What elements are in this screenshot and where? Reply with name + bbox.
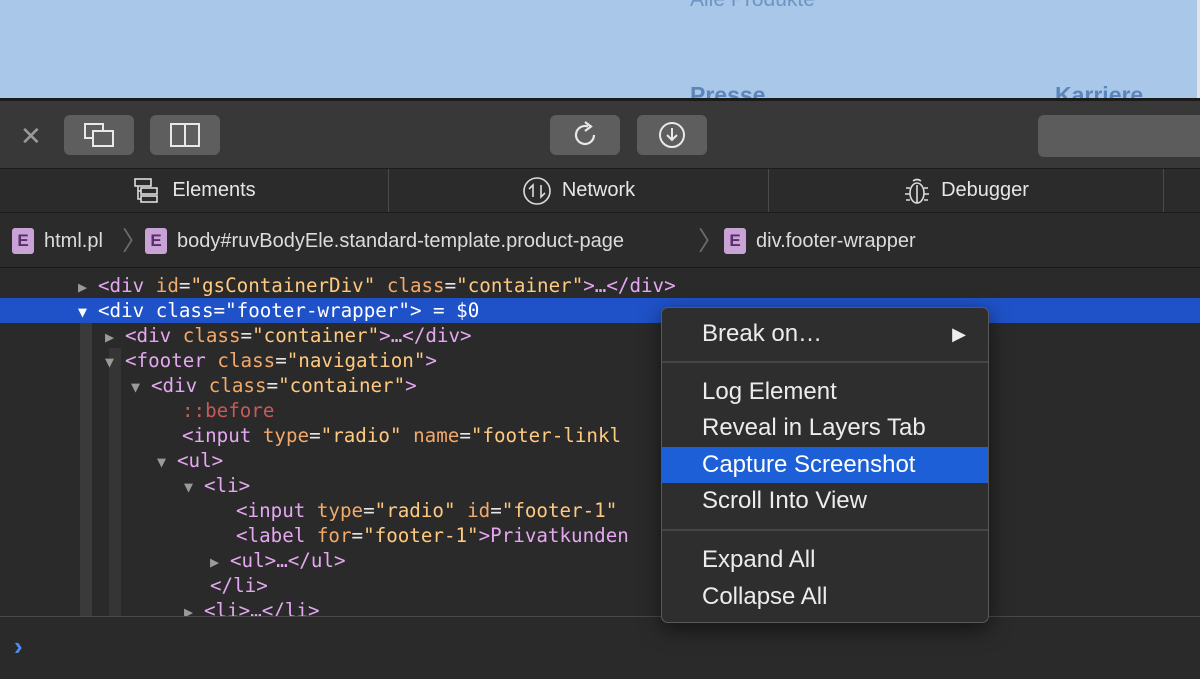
menu-item-label: Log Element	[702, 378, 837, 405]
webpage-link[interactable]: Alle Produkte	[690, 0, 815, 12]
dock-side-icon	[170, 123, 200, 147]
breadcrumb-item-body[interactable]: E body#ruvBodyEle.standard-template.prod…	[145, 227, 624, 255]
dom-node[interactable]: ▼ <li>	[0, 473, 1200, 498]
submenu-arrow-icon: ▶	[952, 324, 966, 344]
menu-item-reveal-in-layers-tab[interactable]: Reveal in Layers Tab	[662, 410, 988, 446]
console-prompt-icon: ›	[14, 631, 23, 661]
menu-item-label: Expand All	[702, 546, 816, 573]
menu-item-collapse-all[interactable]: Collapse All	[662, 579, 988, 615]
elements-icon	[134, 177, 159, 203]
dom-node[interactable]: <input type="radio" name="footer-linkl	[0, 423, 1200, 448]
web-inspector: ✕ Elements Network Debugger E html.pl 〉 …	[0, 98, 1200, 679]
menu-item-label: Scroll Into View	[702, 487, 867, 514]
menu-item-label: Reveal in Layers Tab	[702, 414, 926, 441]
breadcrumb-label: html.pl	[44, 229, 103, 252]
download-button[interactable]	[637, 115, 707, 155]
dom-node[interactable]: ▶ <ul>…</ul>	[0, 548, 1200, 573]
chevron-right-icon: 〉	[698, 226, 725, 256]
menu-separator	[662, 361, 988, 363]
context-menu: Break on… ▶ Log Element Reveal in Layers…	[661, 307, 989, 623]
dock-window-icon	[84, 123, 114, 147]
dom-node[interactable]: ▶ <li>…</li>	[0, 598, 1200, 616]
console-prompt-area[interactable]: ›	[0, 616, 1200, 679]
tab-elements[interactable]: Elements	[0, 169, 389, 212]
disclosure-triangle-icon[interactable]: ▼	[157, 450, 177, 475]
breadcrumb-item-html[interactable]: E html.pl	[12, 227, 103, 255]
tab-label: Network	[561, 179, 636, 201]
dom-node[interactable]: <input type="radio" id="footer-1"	[0, 498, 1200, 523]
inspector-tab-bar: Elements Network Debugger	[0, 168, 1200, 213]
close-icon[interactable]: ✕	[20, 123, 42, 149]
dom-node[interactable]: ▶ <div class="container">…</div>	[0, 323, 1200, 348]
dock-side-button[interactable]	[150, 115, 220, 155]
menu-item-break-on[interactable]: Break on… ▶	[662, 316, 988, 352]
element-badge-icon: E	[145, 228, 167, 254]
disclosure-triangle-icon[interactable]: ▶	[78, 275, 98, 300]
menu-item-scroll-into-view[interactable]: Scroll Into View	[662, 483, 988, 519]
dom-node[interactable]: ▼ <footer class="navigation">	[0, 348, 1200, 373]
dom-tree[interactable]: ▶ <div id="gsContainerDiv" class="contain…	[0, 268, 1200, 616]
dom-node[interactable]: </li>	[0, 573, 1200, 598]
dom-node[interactable]: ::before	[0, 398, 1200, 423]
reload-button[interactable]	[550, 115, 620, 155]
menu-item-label: Capture Screenshot	[702, 451, 916, 478]
download-icon	[659, 122, 685, 148]
dock-window-button[interactable]	[64, 115, 134, 155]
disclosure-triangle-icon[interactable]: ▶	[184, 600, 204, 616]
tab-label: Elements	[172, 179, 256, 201]
breadcrumb-label: div.footer-wrapper	[756, 229, 916, 252]
dom-node[interactable]: ▶ <div id="gsContainerDiv" class="contain…	[0, 273, 1200, 298]
menu-item-expand-all[interactable]: Expand All	[662, 542, 988, 578]
element-badge-icon: E	[12, 228, 34, 254]
disclosure-triangle-icon[interactable]: ▼	[78, 300, 98, 325]
disclosure-triangle-icon[interactable]: ▼	[105, 350, 125, 375]
tab-debugger[interactable]: Debugger	[769, 169, 1164, 212]
inspector-toolbar: ✕	[0, 101, 1200, 168]
menu-separator	[662, 529, 988, 531]
dom-node[interactable]: ▼ <div class="container">	[0, 373, 1200, 398]
disclosure-triangle-icon[interactable]: ▼	[184, 475, 204, 500]
debugger-icon	[905, 178, 930, 204]
webpage-viewport: Alle Produkte Presse Karriere	[0, 0, 1200, 100]
network-icon	[523, 176, 551, 205]
search-field[interactable]	[1038, 115, 1200, 157]
dom-node-selected[interactable]: ▼ <div class="footer-wrapper"> = $0	[0, 298, 1200, 323]
menu-item-capture-screenshot[interactable]: Capture Screenshot	[662, 447, 988, 483]
menu-item-label: Break on…	[702, 320, 823, 347]
breadcrumb-label: body#ruvBodyEle.standard-template.produc…	[177, 229, 624, 252]
breadcrumb: E html.pl 〉 E body#ruvBodyEle.standard-t…	[0, 213, 1200, 268]
menu-item-label: Collapse All	[702, 583, 828, 610]
tab-label: Debugger	[941, 179, 1029, 201]
disclosure-triangle-icon[interactable]: ▼	[131, 375, 151, 400]
dom-node[interactable]: <label for="footer-1">Privatkunden	[0, 523, 1200, 548]
reload-icon	[574, 121, 596, 146]
disclosure-triangle-icon[interactable]: ▶	[210, 550, 230, 575]
element-badge-icon: E	[724, 228, 746, 254]
dom-node[interactable]: ▼ <ul>	[0, 448, 1200, 473]
breadcrumb-item-footer-wrapper[interactable]: E div.footer-wrapper	[724, 227, 916, 255]
menu-item-log-element[interactable]: Log Element	[662, 374, 988, 410]
disclosure-triangle-icon[interactable]: ▶	[105, 325, 125, 350]
tab-network[interactable]: Network	[389, 169, 769, 212]
